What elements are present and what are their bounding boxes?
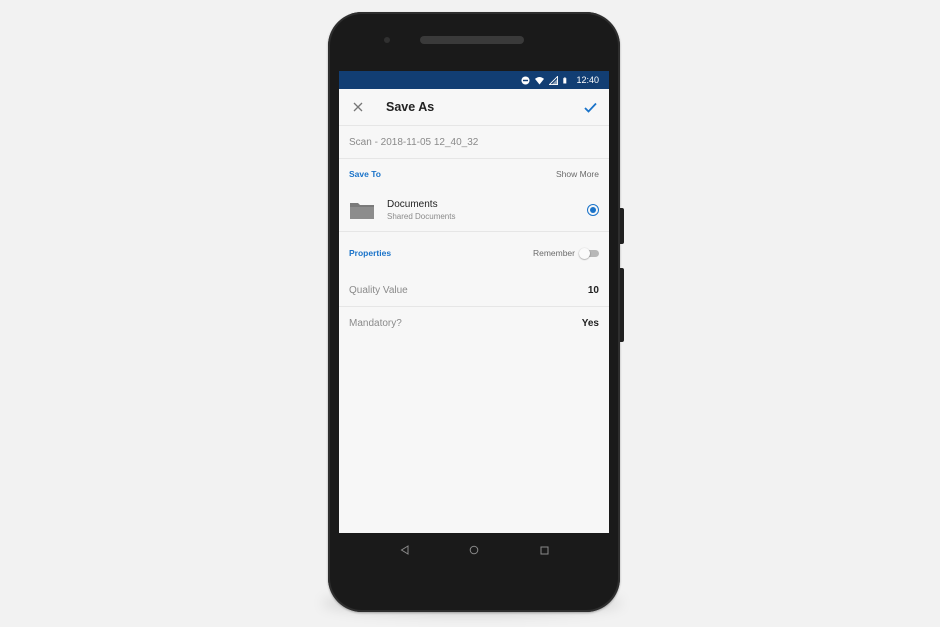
close-icon (353, 102, 363, 112)
save-to-header: Save To Show More (339, 159, 609, 189)
recents-icon (540, 546, 548, 554)
property-row-quality[interactable]: Quality Value 10 (339, 274, 609, 307)
wifi-icon (535, 76, 545, 85)
property-row-mandatory[interactable]: Mandatory? Yes (339, 307, 609, 339)
status-bar: 12:40 (339, 71, 609, 89)
nav-recents-button[interactable] (537, 543, 551, 557)
title-bar: Save As (339, 89, 609, 126)
property-label: Mandatory? (349, 317, 402, 329)
nav-home-button[interactable] (467, 543, 481, 557)
folder-icon (350, 203, 374, 219)
phone-device: 12:40 Save As Save To (328, 12, 624, 612)
radio-selected-dot (590, 207, 596, 213)
back-icon (400, 545, 408, 555)
close-button[interactable] (349, 98, 367, 116)
remember-control: Remember (532, 248, 599, 259)
location-text: Documents Shared Documents (387, 199, 587, 222)
nav-back-button[interactable] (397, 543, 411, 557)
confirm-button[interactable] (581, 98, 599, 116)
battery-icon (563, 77, 567, 83)
power-button (620, 208, 624, 244)
filename-row (339, 126, 609, 159)
save-as-screen: Save As Save To Show More (339, 89, 609, 533)
signal-icon (549, 75, 559, 85)
page-title: Save As (386, 100, 435, 114)
properties-header: Properties Remember (339, 232, 609, 274)
android-nav-bar (339, 533, 609, 567)
earpiece-speaker (420, 36, 524, 44)
home-icon (469, 545, 479, 555)
property-label: Quality Value (349, 284, 408, 296)
volume-button (620, 268, 624, 342)
property-value: 10 (587, 284, 599, 296)
location-documents[interactable]: Documents Shared Documents (339, 189, 609, 232)
location-radio[interactable] (587, 204, 599, 216)
show-more-link[interactable]: Show More (556, 169, 599, 179)
filename-input[interactable] (349, 136, 599, 148)
save-to-label: Save To (349, 169, 381, 179)
remember-toggle[interactable] (579, 248, 599, 259)
screen: 12:40 Save As Save To (339, 71, 609, 533)
front-camera (384, 37, 390, 43)
status-time: 12:40 (576, 75, 599, 85)
do-not-disturb-icon (521, 75, 531, 85)
property-value: Yes (581, 317, 599, 329)
remember-label: Remember (532, 248, 575, 258)
location-name: Documents (387, 198, 438, 210)
checkmark-icon (583, 102, 597, 113)
toggle-thumb (579, 248, 590, 259)
location-subtitle: Shared Documents (387, 211, 456, 221)
properties-label: Properties (349, 248, 392, 258)
